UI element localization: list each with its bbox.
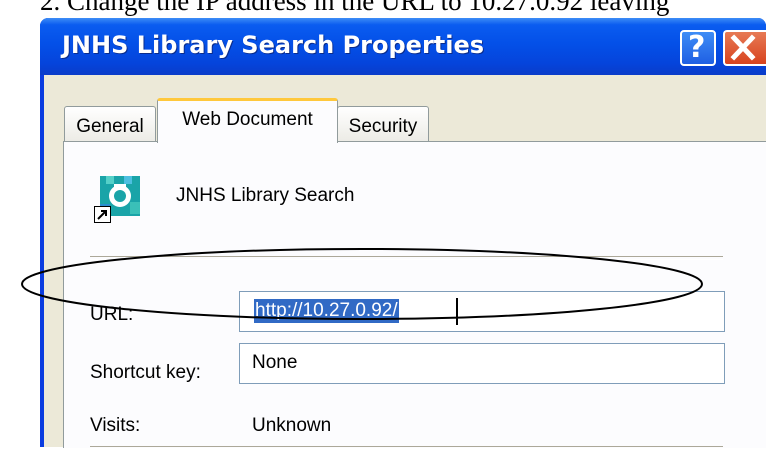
- shortcut-key-value: None: [252, 352, 298, 373]
- title-bar[interactable]: JNHS Library Search Properties ?: [40, 18, 766, 75]
- web-document-panel: JNHS Library Search URL: http://10.27.0.…: [63, 141, 766, 450]
- shortcut-key-field[interactable]: None: [239, 343, 725, 384]
- dialog-title: JNHS Library Search Properties: [62, 31, 485, 59]
- instruction-text: 2. Change the IP address in the URL to 1…: [40, 0, 670, 16]
- shortcut-key-label: Shortcut key:: [90, 362, 201, 383]
- tab-security[interactable]: Security: [337, 106, 429, 142]
- divider: [90, 256, 723, 260]
- url-value: http://10.27.0.92/: [254, 299, 399, 323]
- tab-web-document[interactable]: Web Document: [157, 98, 338, 143]
- dialog-body: General Web Document Security JNHS Libra…: [44, 75, 766, 450]
- visits-value: Unknown: [252, 415, 332, 436]
- shortcut-arrow-icon: [94, 206, 111, 223]
- properties-dialog: JNHS Library Search Properties ? General…: [40, 18, 766, 450]
- help-button[interactable]: ?: [680, 30, 716, 66]
- visits-label: Visits:: [90, 415, 141, 436]
- help-icon: ?: [688, 30, 706, 65]
- shortcut-name: JNHS Library Search: [176, 185, 355, 206]
- tab-general[interactable]: General: [64, 106, 156, 142]
- url-label: URL:: [90, 304, 134, 325]
- close-button[interactable]: [723, 30, 766, 66]
- close-icon: [730, 34, 756, 61]
- text-caret: [456, 298, 458, 325]
- url-field[interactable]: http://10.27.0.92/: [239, 291, 725, 332]
